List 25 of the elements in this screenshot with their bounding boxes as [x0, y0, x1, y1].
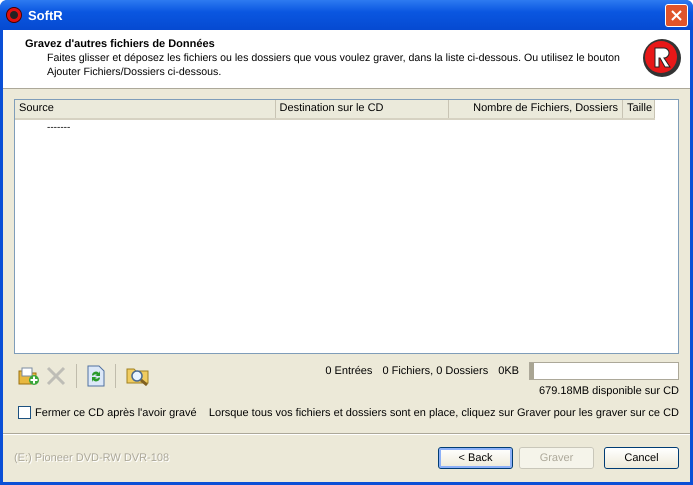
logo-icon: [642, 38, 682, 78]
refresh-icon[interactable]: [87, 365, 105, 387]
file-list[interactable]: Source Destination sur le CD Nombre de Fichiers, Dossiers Taille -------: [14, 99, 679, 354]
table-cell: -------: [47, 122, 70, 133]
window-title: SoftR: [28, 8, 64, 22]
checkbox[interactable]: [18, 406, 31, 419]
checkbox-label[interactable]: Fermer ce CD après l'avoir gravé: [35, 406, 197, 418]
close-icon: [671, 10, 682, 20]
page-heading: Gravez d'autres fichiers de Données: [25, 38, 216, 50]
page-description: Faites glisser et déposez les fichiers ou les dossiers que vous voulez graver, dans la liste ci-dessous. Ou utilisez le bouton Ajouter Fichiers/Dossiers ci-dessous.: [46, 51, 621, 79]
total-size: 0KB: [498, 365, 519, 377]
column-header[interactable]: Nombre de Fichiers, Dossiers: [449, 100, 623, 118]
instruction-text: Lorsque tous vos fichiers et dossiers sont en place, cliquez sur Graver pour les graver sur ce CD: [208, 406, 679, 418]
close-button[interactable]: [665, 4, 688, 26]
column-header[interactable]: Taille: [623, 100, 655, 118]
column-header[interactable]: Destination sur le CD: [276, 100, 450, 118]
drive-label: (E:) Pioneer DVD-RW DVR-108: [14, 452, 170, 464]
dialog-button[interactable]: < Back: [438, 447, 513, 469]
entries-count: 0 Entrées: [325, 365, 372, 377]
app-logo-icon: [6, 7, 22, 23]
available-space: 679.18MB disponible sur CD: [538, 385, 679, 397]
dialog-button[interactable]: Cancel: [604, 447, 679, 469]
files-folders-count: 0 Fichiers, 0 Dossiers: [382, 365, 488, 377]
column-header[interactable]: Source: [15, 100, 276, 118]
add-folder-icon[interactable]: [18, 366, 40, 386]
